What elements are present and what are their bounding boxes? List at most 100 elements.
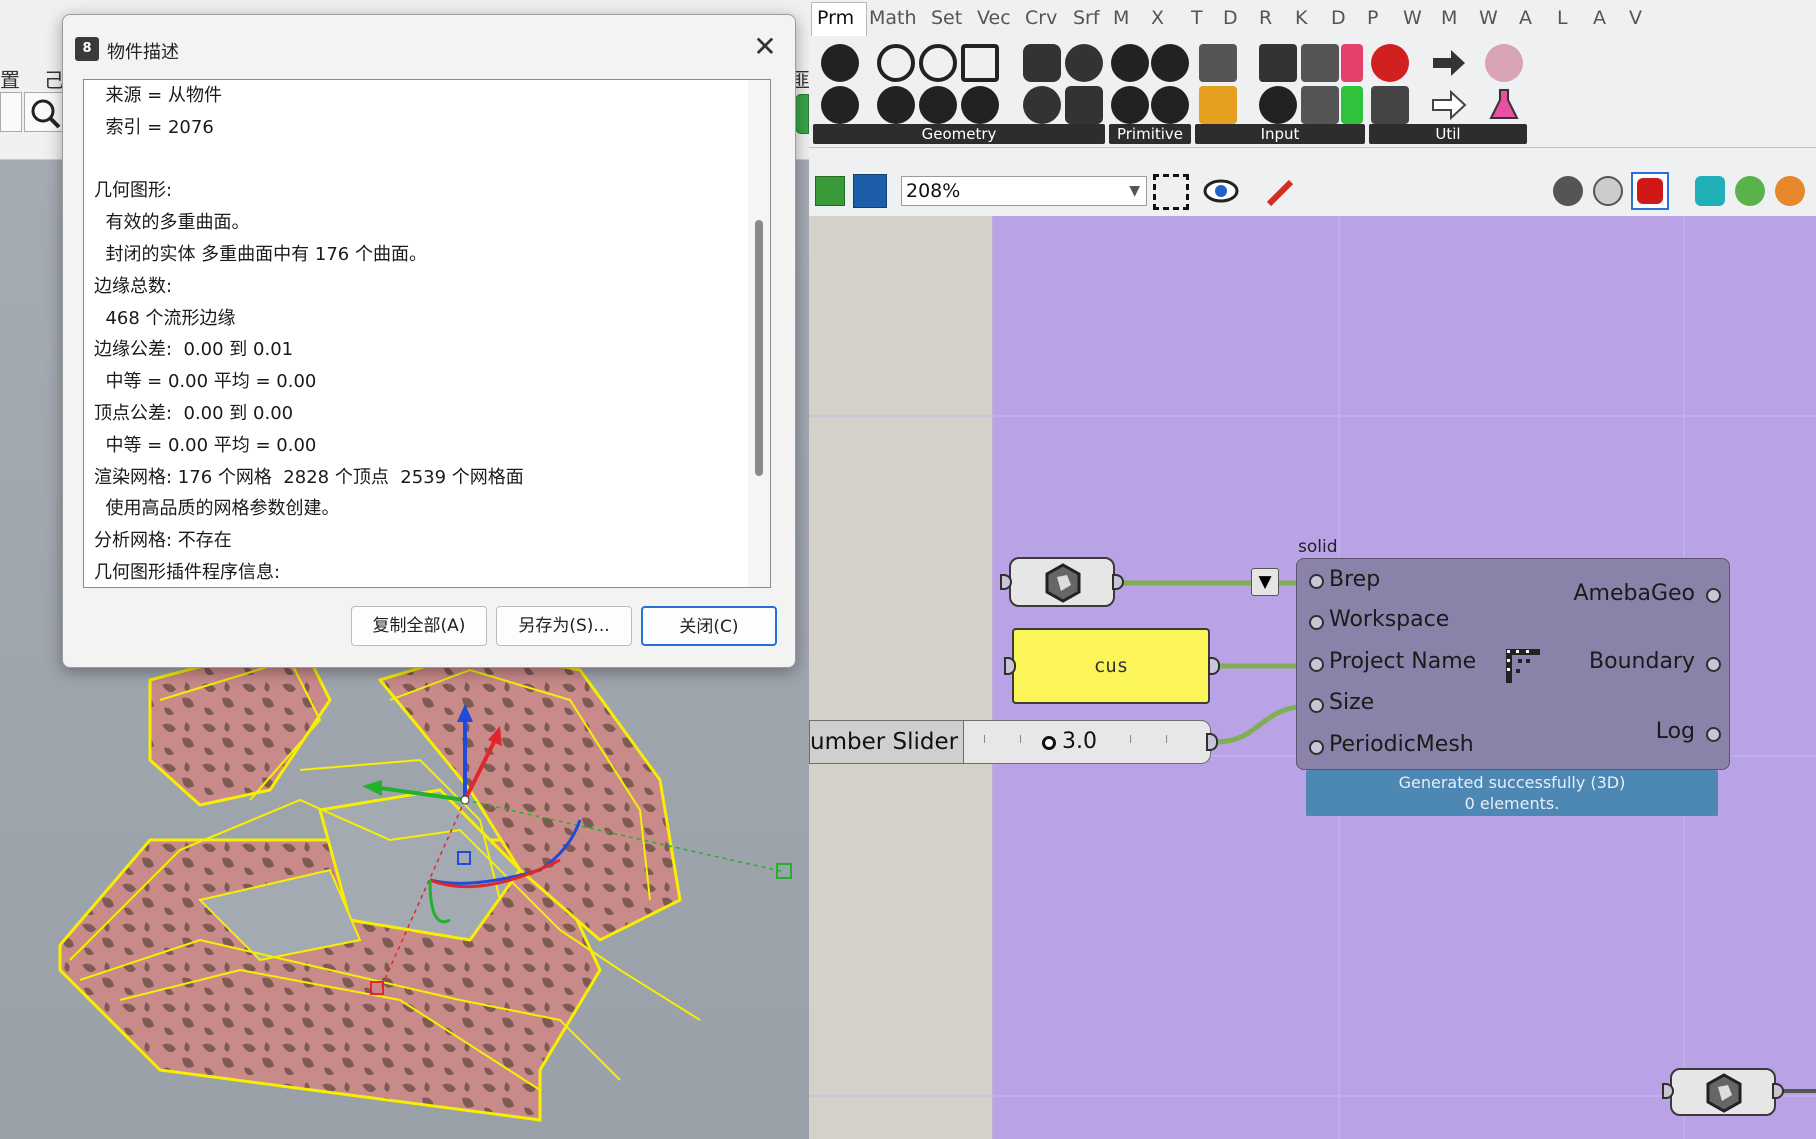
- toggle-icon[interactable]: [1259, 44, 1297, 82]
- input-grip-brep[interactable]: [1309, 574, 1324, 589]
- import-param-icon[interactable]: [1199, 44, 1237, 82]
- graph-mapper-icon[interactable]: [1199, 86, 1237, 124]
- plane-param-icon[interactable]: [961, 86, 999, 124]
- tab-k-11[interactable]: K: [1295, 7, 1307, 29]
- number-slider-label[interactable]: umber Slider: [809, 720, 964, 764]
- value-list-icon[interactable]: [1301, 44, 1339, 82]
- 3d-model-view[interactable]: [0, 640, 809, 1139]
- component-status-message: Generated successfully (3D) 0 elements.: [1306, 770, 1718, 816]
- output-grip-log[interactable]: [1706, 727, 1721, 742]
- panel-icon[interactable]: [1301, 86, 1339, 124]
- tab-srf-5[interactable]: Srf: [1073, 7, 1100, 29]
- sphere-util-icon[interactable]: [1485, 44, 1523, 82]
- ribbon-label-primitive[interactable]: Primitive: [1109, 124, 1191, 144]
- preview-shaded-off-icon[interactable]: [1593, 176, 1623, 206]
- input-grip-workspace[interactable]: [1309, 615, 1324, 630]
- brep-parameter[interactable]: [1670, 1068, 1776, 1116]
- box-param-icon[interactable]: [1023, 86, 1061, 124]
- point-param-icon[interactable]: [821, 86, 859, 124]
- colour-swatch-icon[interactable]: [1341, 86, 1363, 124]
- circle-param-icon[interactable]: [877, 44, 915, 82]
- integer-param-icon[interactable]: [1111, 86, 1149, 124]
- tab-d-12[interactable]: D: [1331, 7, 1346, 29]
- preview-material-icon[interactable]: [1775, 176, 1805, 206]
- tab-d-9[interactable]: D: [1223, 7, 1238, 29]
- text-panel[interactable]: cus: [1012, 628, 1210, 704]
- rhino-toolbar-label: 置: [0, 68, 20, 92]
- tab-a-17[interactable]: A: [1519, 7, 1532, 29]
- ribbon-label-input[interactable]: Input: [1195, 124, 1365, 144]
- tab-m-6[interactable]: M: [1113, 7, 1129, 29]
- copy-all-button[interactable]: 复制全部(A): [351, 606, 487, 646]
- number-slider[interactable]: 3.0: [963, 720, 1211, 764]
- geometry-param-icon[interactable]: [821, 44, 859, 82]
- lasso-select-icon[interactable]: [0, 92, 22, 132]
- tab-l-18[interactable]: L: [1557, 7, 1568, 29]
- mesh-param-icon[interactable]: [1065, 44, 1103, 82]
- data-dam-icon[interactable]: [1429, 44, 1467, 82]
- save-file-icon[interactable]: [853, 174, 887, 208]
- tab-w-16[interactable]: W: [1479, 7, 1498, 29]
- input-grip-project-name[interactable]: [1309, 657, 1324, 672]
- curve-param-icon[interactable]: [919, 44, 957, 82]
- brep-param-icon[interactable]: [1023, 44, 1061, 82]
- output-grip-amebageo[interactable]: [1706, 588, 1721, 603]
- tab-p-13[interactable]: P: [1367, 7, 1378, 29]
- preview-shaded-icon[interactable]: [1631, 172, 1669, 210]
- close-icon[interactable]: ✕: [743, 29, 787, 65]
- status-line: Generated successfully (3D): [1398, 773, 1626, 792]
- relay-icon[interactable]: [1429, 86, 1467, 124]
- flask-icon[interactable]: [1485, 86, 1523, 124]
- slider-grip[interactable]: [1042, 736, 1056, 750]
- input-label-brep: Brep: [1329, 567, 1381, 592]
- tab-m-15[interactable]: M: [1441, 7, 1457, 29]
- text-param-icon[interactable]: [1151, 86, 1189, 124]
- scrollbar-thumb[interactable]: [755, 220, 763, 476]
- save-as-button[interactable]: 另存为(S)...: [496, 606, 632, 646]
- tab-t-8[interactable]: T: [1191, 7, 1203, 29]
- zoom-window-icon[interactable]: [24, 92, 64, 132]
- description-textbox[interactable]: 来源 = 从物件 索引 = 2076 几何图形: 有效的多重曲面。 封闭的实体 多…: [83, 79, 771, 588]
- scrollbar-track[interactable]: [748, 80, 770, 587]
- arc-param-icon[interactable]: [877, 86, 915, 124]
- gradient-icon[interactable]: [1341, 44, 1363, 82]
- output-grip-boundary[interactable]: [1706, 657, 1721, 672]
- tab-vec-3[interactable]: Vec: [977, 7, 1011, 29]
- input-grip-size[interactable]: [1309, 698, 1324, 713]
- tab-crv-4[interactable]: Crv: [1025, 7, 1057, 29]
- tab-r-10[interactable]: R: [1259, 7, 1272, 29]
- ribbon-label-geometry[interactable]: Geometry: [813, 124, 1105, 144]
- surface-param-icon[interactable]: [961, 44, 999, 82]
- open-file-icon[interactable]: [815, 176, 845, 206]
- preview-eye-icon[interactable]: [1203, 176, 1243, 206]
- number-param-icon[interactable]: [1151, 44, 1189, 82]
- data-input-arrow-icon[interactable]: ▼: [1251, 568, 1279, 596]
- tab-set-2[interactable]: Set: [931, 7, 962, 29]
- preview-wire-icon[interactable]: [1553, 176, 1583, 206]
- cherry-picker-icon[interactable]: [1371, 44, 1409, 82]
- tab-x-7[interactable]: X: [1151, 7, 1164, 29]
- tab-prm-0[interactable]: Prm: [817, 7, 854, 29]
- preview-selected-icon[interactable]: [1695, 176, 1725, 206]
- dialog-titlebar[interactable]: 8 物件描述 ✕: [63, 15, 795, 67]
- galapagos-icon[interactable]: [1371, 86, 1409, 124]
- chevron-down-icon: ▼: [1129, 183, 1140, 199]
- close-button[interactable]: 关闭(C): [641, 606, 777, 646]
- tab-a-19[interactable]: A: [1593, 7, 1606, 29]
- line-param-icon[interactable]: [919, 86, 957, 124]
- zoom-dropdown[interactable]: 208% ▼: [901, 176, 1147, 206]
- description-line: 468 个流形边缘: [94, 307, 236, 329]
- ribbon-label-util[interactable]: Util: [1369, 124, 1527, 144]
- tab-v-20[interactable]: V: [1629, 7, 1642, 29]
- brep-parameter[interactable]: [1009, 557, 1115, 607]
- button-icon[interactable]: [1259, 86, 1297, 124]
- solid-component[interactable]: Brep Workspace Project Name Size Periodi…: [1296, 558, 1730, 770]
- zoom-extents-icon[interactable]: [1153, 174, 1189, 210]
- tab-math-1[interactable]: Math: [869, 7, 917, 29]
- preview-mesh-icon[interactable]: [1735, 176, 1765, 206]
- boolean-param-icon[interactable]: [1111, 44, 1149, 82]
- tab-w-14[interactable]: W: [1403, 7, 1422, 29]
- sketch-pen-icon[interactable]: [1263, 176, 1297, 208]
- input-grip-periodic-mesh[interactable]: [1309, 740, 1324, 755]
- field-param-icon[interactable]: [1065, 86, 1103, 124]
